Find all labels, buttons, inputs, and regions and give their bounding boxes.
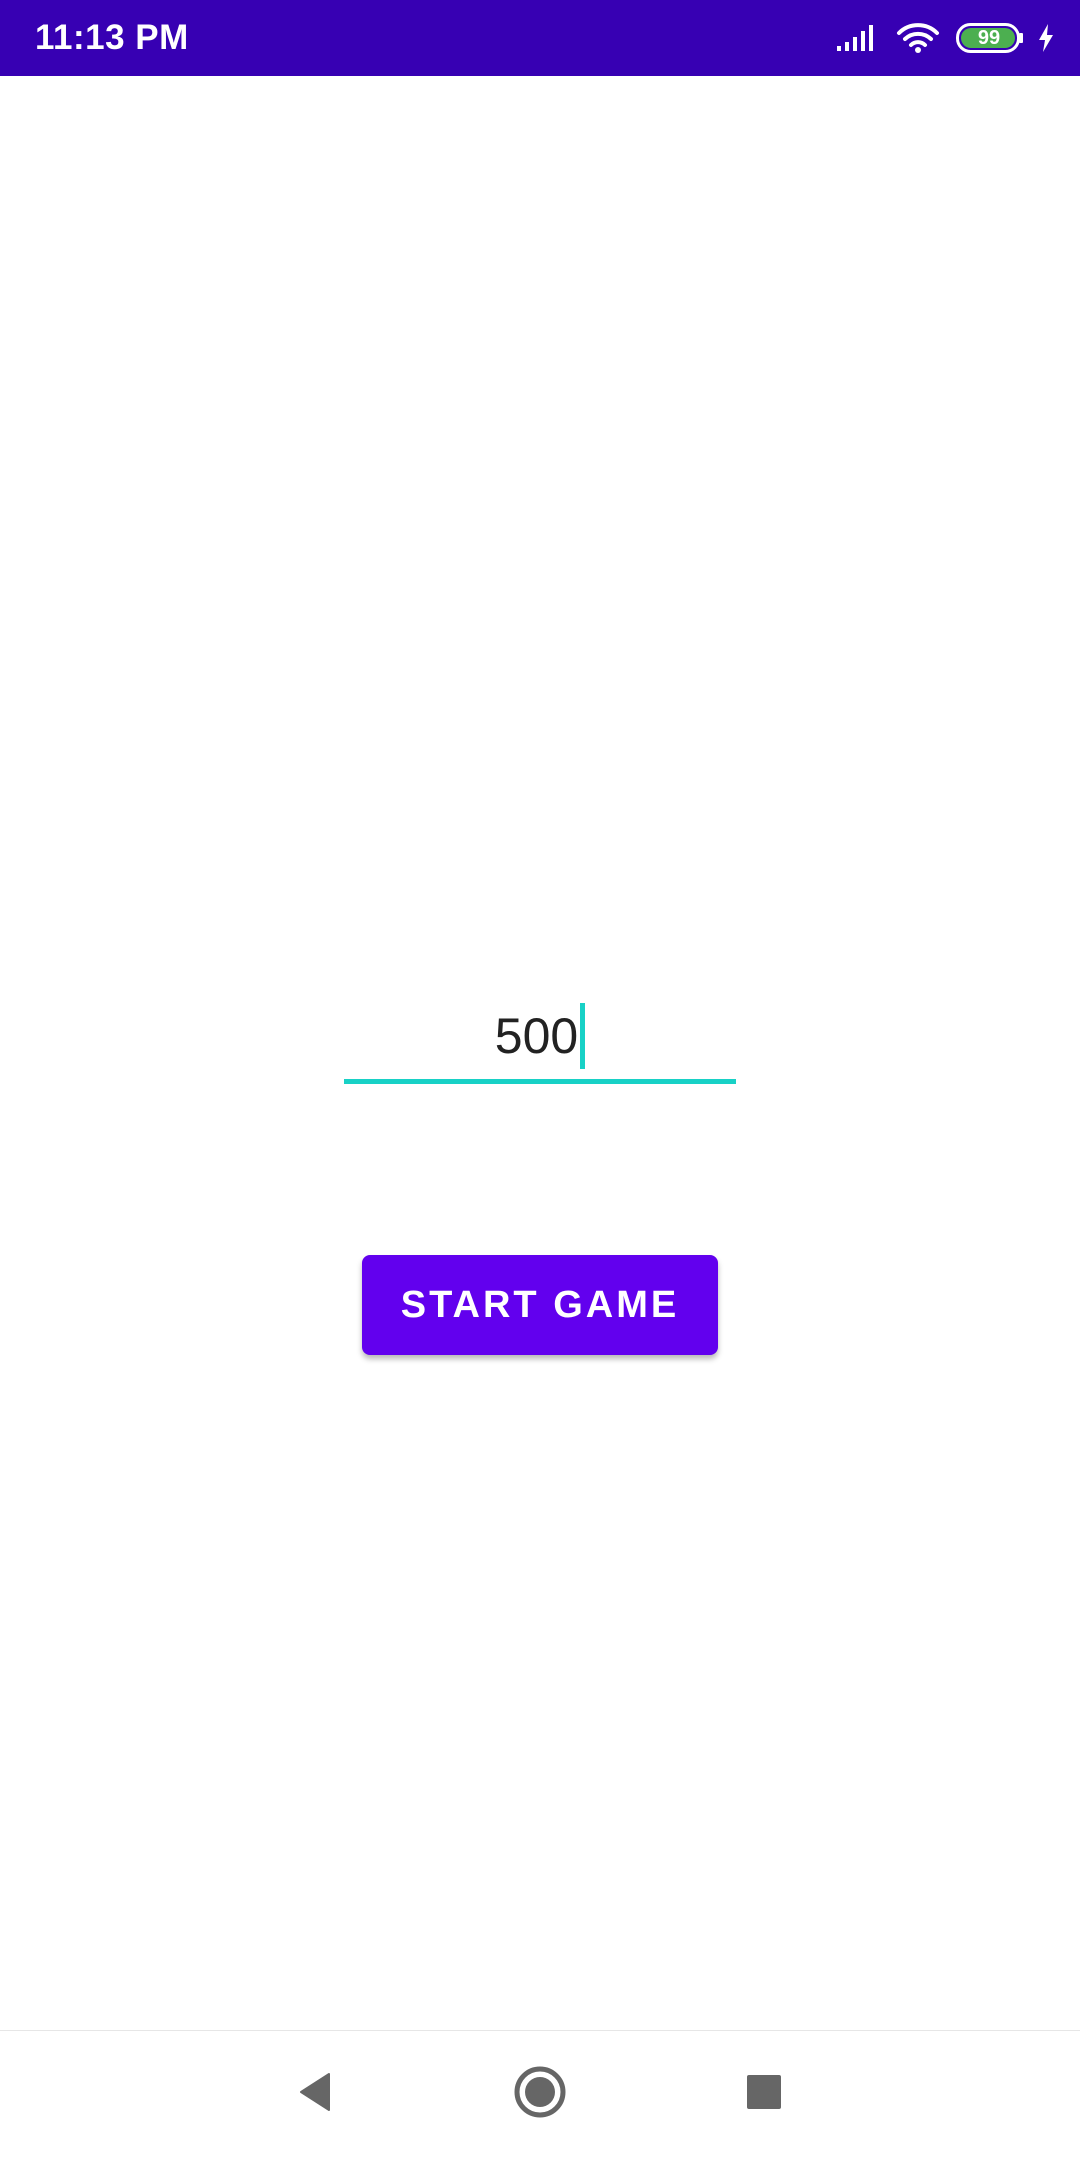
recents-button[interactable] — [729, 2059, 799, 2129]
charging-icon — [1036, 23, 1056, 53]
status-time: 11:13 PM — [35, 18, 189, 57]
text-cursor — [580, 1002, 586, 1069]
back-icon — [295, 2070, 335, 2119]
recents-icon — [744, 2072, 784, 2117]
wifi-icon — [896, 22, 940, 54]
navigation-bar — [0, 2030, 1080, 2160]
battery-icon: 99 — [956, 23, 1024, 53]
start-game-button[interactable]: START GAME — [362, 1255, 718, 1355]
amount-value: 500 — [494, 1008, 579, 1064]
game-screen: 500 START GAME — [0, 76, 1080, 2030]
amount-input[interactable]: 500 — [344, 994, 736, 1084]
back-button[interactable] — [280, 2059, 350, 2129]
battery-level: 99 — [977, 27, 1001, 49]
home-button[interactable] — [505, 2059, 575, 2129]
status-bar: 11:13 PM 99 — [0, 0, 1080, 76]
signal-icon — [836, 24, 878, 52]
home-icon — [512, 2064, 568, 2125]
status-icons: 99 — [836, 0, 1056, 76]
